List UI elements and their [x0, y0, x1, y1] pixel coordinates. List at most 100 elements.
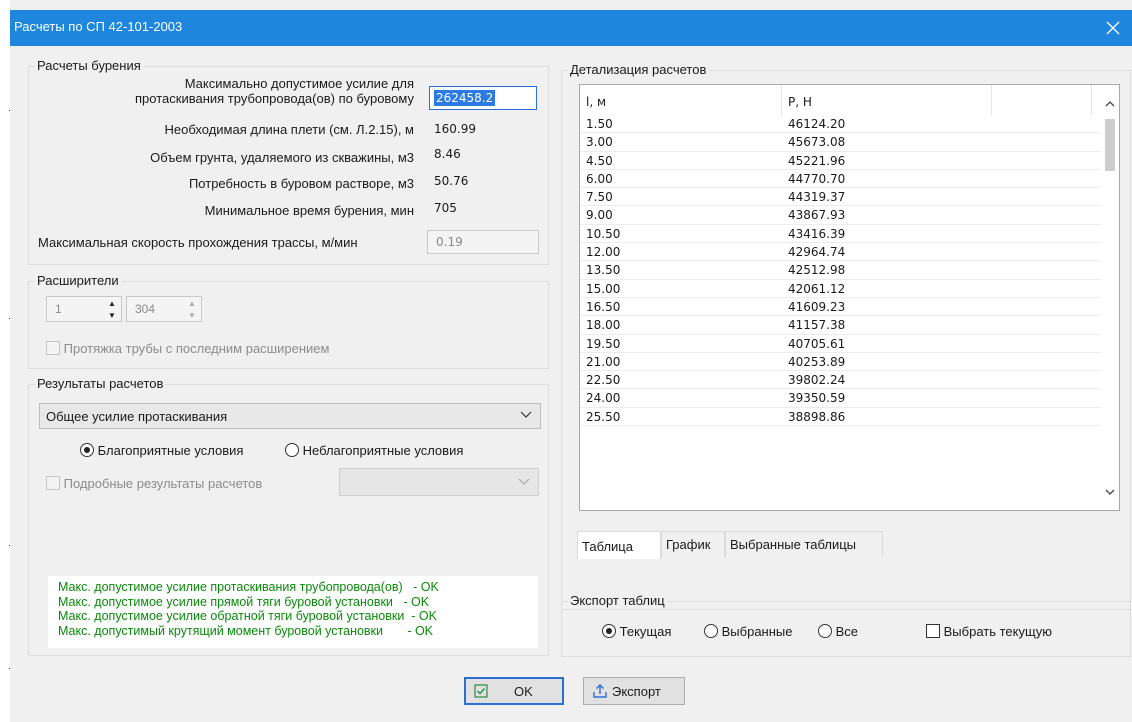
reamer-count-stepper[interactable]: 1 ▲ ▼ [46, 296, 122, 322]
radio-export-all-label: Все [835, 624, 859, 639]
vertical-scrollbar[interactable] [1101, 85, 1119, 510]
radio-favorable[interactable]: Благоприятные условия [80, 443, 243, 458]
cell-p: 45221.96 [788, 153, 846, 168]
table-row[interactable]: 24.00 39350.59 [580, 389, 1102, 408]
cell-p: 41609.23 [788, 299, 846, 314]
checkbox-icon [926, 624, 940, 638]
cell-p: 44770.70 [788, 171, 846, 186]
table-row[interactable]: 3.00 45673.08 [580, 133, 1102, 152]
scroll-down-icon[interactable] [1104, 485, 1116, 499]
max-force-label: Максимально допустимое усилие для протас… [135, 76, 414, 106]
table-row[interactable]: 25.50 38898.86 [580, 408, 1102, 427]
details-table[interactable]: l, м P, Н 1.50 46124.20 3.00 45673.08 4.50 45… [579, 84, 1120, 511]
tab-table[interactable]: Таблица [577, 531, 661, 559]
close-icon[interactable] [1094, 10, 1132, 46]
col-header-p[interactable]: P, Н [782, 85, 992, 115]
table-row[interactable]: 18.00 41157.38 [580, 316, 1102, 335]
radio-unfavorable-label: Неблагоприятные условия [302, 443, 464, 458]
cell-p: 46124.20 [788, 117, 846, 131]
speed-label: Максимальная скорость прохождения трассы… [38, 235, 358, 250]
table-row[interactable]: 6.00 44770.70 [580, 170, 1102, 189]
time-value: 705 [434, 201, 457, 215]
detailed-results-label: Подробные результаты расчетов [63, 476, 263, 491]
cell-l: 24.00 [586, 391, 621, 406]
title-bar: Расчеты по СП 42-101-2003 [10, 10, 1132, 46]
detailed-results-select [339, 468, 539, 496]
cell-p: 44319.37 [788, 190, 846, 205]
stepper-up-icon[interactable]: ▲ [105, 298, 119, 309]
result-type-select[interactable]: Общее усилие протаскивания [39, 403, 541, 429]
cell-p: 42964.74 [788, 245, 846, 260]
cell-l: 19.50 [586, 336, 621, 351]
cell-l: 25.50 [586, 409, 621, 424]
radio-export-selected-label: Выбранные [721, 624, 793, 639]
radio-export-selected[interactable]: Выбранные [704, 624, 792, 639]
radio-export-current[interactable]: Текущая [602, 624, 671, 639]
ok-button[interactable]: OK [464, 677, 564, 705]
status-line: Макс. допустимый крутящий момент буровой… [58, 623, 434, 638]
choose-current-checkbox[interactable]: Выбрать текущую [926, 624, 1052, 639]
background-window-edge [0, 0, 11, 722]
table-row[interactable]: 19.50 40705.61 [580, 335, 1102, 353]
table-row[interactable]: 10.50 43416.39 [580, 225, 1102, 244]
table-row[interactable]: 9.00 43867.93 [580, 206, 1102, 225]
soil-label: Объем грунта, удаляемого из скважины, м3 [150, 150, 414, 165]
cell-l: 18.00 [586, 318, 621, 333]
reamers-legend: Расширители [35, 273, 121, 288]
max-force-value: 262458.2 [434, 90, 496, 106]
table-row[interactable]: 7.50 44319.37 [580, 188, 1102, 207]
table-row[interactable]: 22.50 39802.24 [580, 371, 1102, 390]
table-row[interactable]: 12.00 42964.74 [580, 243, 1102, 262]
chevron-down-icon [520, 408, 532, 423]
export-button[interactable]: Экспорт [583, 677, 685, 705]
cell-l: 6.00 [586, 171, 613, 186]
fluid-value: 50.76 [434, 174, 469, 188]
table-body: 1.50 46124.20 3.00 45673.08 4.50 45221.96 6.00… [580, 115, 1102, 427]
table-row[interactable]: 13.50 42512.98 [580, 261, 1102, 280]
results-legend: Результаты расчетов [35, 376, 166, 391]
table-row[interactable]: 16.50 41609.23 [580, 298, 1102, 317]
col-header-l[interactable]: l, м [580, 85, 782, 115]
detailed-results-checkbox: Подробные результаты расчетов [46, 476, 262, 491]
cell-l: 4.50 [586, 153, 613, 168]
reamer-size-value: 304 [135, 302, 156, 316]
checkbox-icon [46, 476, 60, 490]
stepper-up-icon: ▲ [188, 299, 196, 308]
cell-p: 40253.89 [788, 354, 846, 369]
status-line: Макс. допустимое усилие обратной тяги бу… [58, 609, 437, 623]
col-header-empty [992, 85, 1092, 115]
checkbox-icon [46, 341, 60, 355]
drilling-legend: Расчеты бурения [35, 58, 143, 73]
cell-p: 42061.12 [788, 281, 846, 296]
scroll-thumb[interactable] [1105, 119, 1115, 171]
radio-export-all[interactable]: Все [818, 624, 858, 639]
table-row[interactable]: 4.50 45221.96 [580, 152, 1102, 170]
choose-current-label: Выбрать текущую [943, 624, 1053, 639]
reamer-size-stepper: 304 ▲ ▼ [126, 296, 202, 322]
export-label: Экспорт [612, 683, 661, 699]
tab-chart[interactable]: График [661, 531, 725, 557]
pull-last-label: Протяжка трубы с последним расширением [63, 341, 330, 356]
radio-selected-icon [602, 624, 616, 638]
table-row[interactable]: 21.00 40253.89 [580, 353, 1102, 372]
radio-export-current-label: Текущая [619, 624, 672, 639]
export-legend: Экспорт таблиц [568, 593, 667, 608]
cell-p: 39350.59 [788, 391, 846, 406]
check-icon [474, 684, 488, 698]
cell-l: 10.50 [586, 226, 621, 241]
scroll-up-icon[interactable] [1104, 97, 1116, 111]
status-box: Макс. допустимое усилие протаскивания тр… [48, 576, 538, 648]
cell-l: 7.50 [586, 190, 613, 205]
calc-dialog: Расчеты бурения Максимально допустимое у… [10, 46, 1132, 722]
cell-p: 43416.39 [788, 226, 846, 241]
table-row[interactable]: 15.00 42061.12 [580, 280, 1102, 298]
table-row[interactable]: 1.50 46124.20 [580, 115, 1102, 134]
cell-p: 42512.98 [788, 263, 846, 278]
stepper-down-icon[interactable]: ▼ [105, 310, 119, 321]
cell-l: 1.50 [586, 117, 613, 131]
radio-icon [285, 443, 299, 457]
cell-l: 22.50 [586, 373, 621, 388]
tab-selected-tables[interactable]: Выбранные таблицы [725, 531, 883, 557]
radio-unfavorable[interactable]: Неблагоприятные условия [285, 443, 463, 458]
max-force-input[interactable]: 262458.2 [429, 86, 537, 110]
